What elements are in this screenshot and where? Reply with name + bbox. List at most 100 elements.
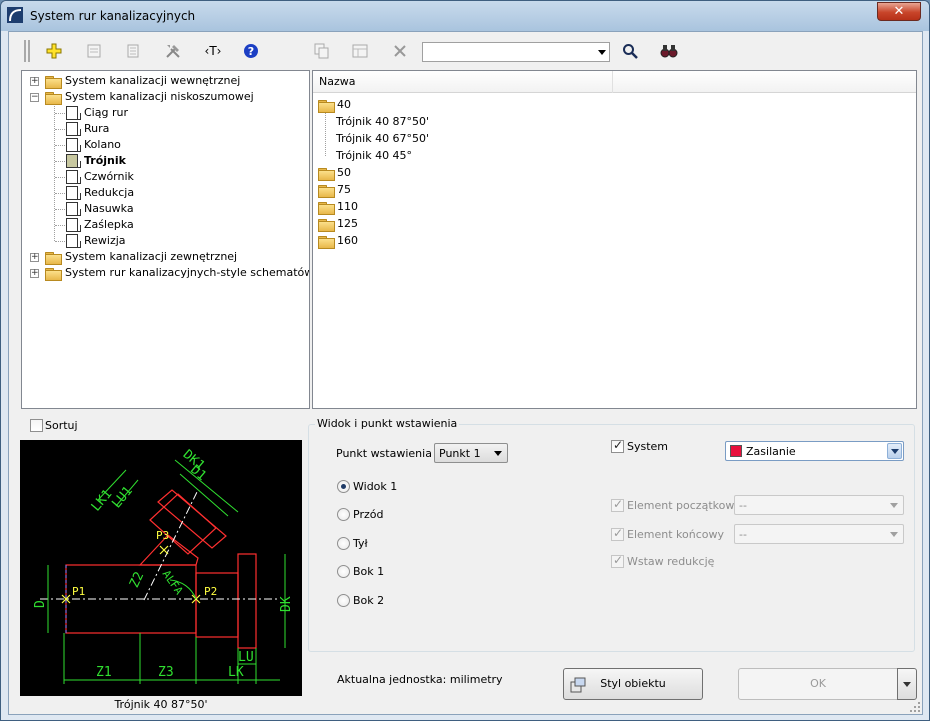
view-radio-1[interactable] bbox=[337, 508, 350, 521]
title-bar[interactable]: System rur kanalizacyjnych ✕ bbox=[1, 1, 929, 31]
list-item-label: Trójnik 40 45° bbox=[336, 149, 413, 162]
folder-icon bbox=[45, 252, 62, 265]
delete-button[interactable] bbox=[391, 42, 409, 60]
system-select[interactable]: Zasilanie bbox=[725, 441, 904, 461]
element-list[interactable]: Nazwa 40 Trójnik 40 87°50' Trójnik 40 67°5… bbox=[312, 70, 917, 409]
list-folder[interactable]: 40 bbox=[313, 97, 913, 113]
ok-button[interactable]: OK bbox=[738, 668, 898, 700]
copy-button[interactable] bbox=[313, 42, 331, 60]
system-checkbox[interactable] bbox=[611, 438, 624, 453]
folder-icon bbox=[318, 185, 335, 198]
folder-icon bbox=[318, 219, 335, 232]
main-pipe-ring bbox=[237, 553, 257, 649]
tree-group-item[interactable]: + System rur kanalizacyjnych-style schema… bbox=[22, 265, 309, 281]
add-button[interactable] bbox=[45, 42, 63, 60]
plus-icon bbox=[46, 43, 62, 59]
document-icon bbox=[127, 44, 139, 58]
view-radio-4[interactable] bbox=[337, 594, 350, 607]
text-tag-icon: ‹T› bbox=[204, 44, 222, 58]
search-button[interactable] bbox=[621, 42, 639, 60]
tree-item-label: Czwórnik bbox=[84, 170, 134, 183]
table-button[interactable] bbox=[351, 42, 369, 60]
tree-item-label: System kanalizacji wewnętrznej bbox=[65, 74, 241, 87]
tree-item[interactable]: Ciąg rur bbox=[22, 105, 309, 121]
chevron-down-icon[interactable] bbox=[598, 50, 606, 55]
insert-point-select[interactable]: Punkt 1 bbox=[434, 443, 508, 463]
view-radio-2[interactable] bbox=[337, 537, 350, 550]
document-icon bbox=[66, 154, 81, 168]
list-folder[interactable]: 110 bbox=[313, 199, 913, 215]
object-style-icon bbox=[570, 677, 586, 693]
tree-item-label: Nasuwka bbox=[84, 202, 134, 215]
tree-item[interactable]: Rewizja bbox=[22, 233, 309, 249]
tools-button[interactable] bbox=[164, 42, 182, 60]
list-item[interactable]: Trójnik 40 67°50' bbox=[313, 131, 913, 147]
ok-dropdown-arrow[interactable] bbox=[897, 668, 917, 700]
help-button[interactable]: ? bbox=[242, 42, 260, 60]
tree-item[interactable]: Rura bbox=[22, 121, 309, 137]
tree-item[interactable]: Czwórnik bbox=[22, 169, 309, 185]
document-icon bbox=[66, 106, 81, 120]
category-tree[interactable]: + System kanalizacji wewnętrznej − System k… bbox=[21, 70, 310, 409]
view-radio-3[interactable] bbox=[337, 565, 350, 578]
document-button[interactable] bbox=[124, 42, 142, 60]
expand-icon[interactable]: + bbox=[30, 77, 39, 86]
close-button[interactable]: ✕ bbox=[877, 2, 921, 21]
tree-item[interactable]: Trójnik bbox=[22, 153, 309, 169]
collapse-icon[interactable]: − bbox=[30, 93, 39, 102]
chevron-down-icon[interactable] bbox=[887, 443, 902, 459]
view-radio-label: Bok 1 bbox=[353, 565, 385, 578]
text-tag-button[interactable]: ‹T› bbox=[201, 42, 225, 60]
sort-checkbox[interactable] bbox=[30, 419, 43, 432]
search-combo[interactable] bbox=[422, 42, 610, 62]
view-radio-label: Bok 2 bbox=[353, 594, 385, 607]
view-radio-0[interactable] bbox=[337, 480, 350, 493]
tree-item[interactable]: Nasuwka bbox=[22, 201, 309, 217]
end-element-value: -- bbox=[739, 528, 747, 541]
folder-icon bbox=[45, 92, 62, 105]
point-p2-label: P2 bbox=[204, 585, 217, 598]
list-item[interactable]: Trójnik 40 45° bbox=[313, 148, 913, 164]
list-folder[interactable]: 75 bbox=[313, 182, 913, 198]
dim-z1-label: Z1 bbox=[96, 665, 112, 680]
list-folder-label: 160 bbox=[337, 234, 358, 247]
end-element-select[interactable]: -- bbox=[734, 524, 904, 544]
properties-button[interactable] bbox=[85, 42, 103, 60]
tree-group-item[interactable]: − System kanalizacji niskoszumowej bbox=[22, 89, 309, 105]
tree-connector bbox=[55, 193, 65, 194]
ok-label: OK bbox=[810, 677, 826, 690]
column-header-name[interactable]: Nazwa bbox=[313, 71, 613, 93]
resize-grip-icon[interactable] bbox=[910, 702, 920, 712]
document-icon bbox=[66, 170, 81, 184]
tree-group-item[interactable]: + System kanalizacji wewnętrznej bbox=[22, 73, 309, 89]
expand-icon[interactable]: + bbox=[30, 253, 39, 262]
insert-reduction-label: Wstaw redukcję bbox=[627, 555, 715, 568]
expand-icon[interactable]: + bbox=[30, 269, 39, 278]
insert-reduction-checkbox[interactable] bbox=[611, 553, 624, 568]
tree-group-item[interactable]: + System kanalizacji zewnętrznej bbox=[22, 249, 309, 265]
tree-item[interactable]: Zaślepka bbox=[22, 217, 309, 233]
folder-open-icon bbox=[318, 100, 335, 113]
insert-point-value: Punkt 1 bbox=[439, 447, 481, 460]
toolbar-grip-icon[interactable] bbox=[24, 40, 30, 62]
folder-icon bbox=[318, 202, 335, 215]
form-icon bbox=[87, 44, 101, 58]
tree-item[interactable]: Kolano bbox=[22, 137, 309, 153]
list-folder-label: 40 bbox=[337, 98, 351, 111]
object-style-button[interactable]: Styl obiektu bbox=[563, 668, 703, 700]
list-item[interactable]: Trójnik 40 87°50' bbox=[313, 114, 913, 130]
tools-icon bbox=[166, 45, 180, 58]
list-folder[interactable]: 50 bbox=[313, 165, 913, 181]
end-element-checkbox[interactable] bbox=[611, 526, 624, 541]
start-element-select[interactable]: -- bbox=[734, 495, 904, 515]
tree-item[interactable]: Redukcja bbox=[22, 185, 309, 201]
find-button[interactable] bbox=[660, 42, 678, 60]
list-folder[interactable]: 160 bbox=[313, 233, 913, 249]
tree-connector bbox=[55, 161, 65, 162]
start-element-checkbox[interactable] bbox=[611, 497, 624, 512]
point-p3-label: P3 bbox=[156, 529, 169, 542]
list-folder[interactable]: 125 bbox=[313, 216, 913, 232]
list-folder-label: 125 bbox=[337, 217, 358, 230]
chevron-down-icon bbox=[890, 503, 898, 508]
view-radio-label: Tył bbox=[353, 537, 368, 550]
